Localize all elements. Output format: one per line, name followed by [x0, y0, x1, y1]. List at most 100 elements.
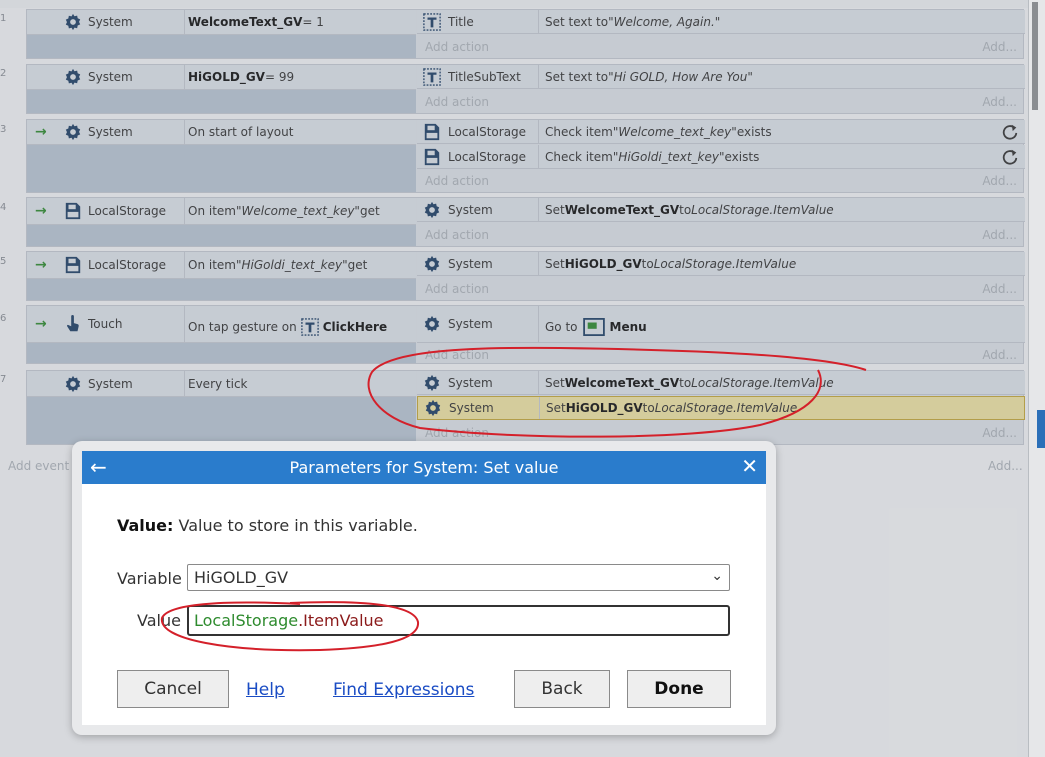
add-link[interactable]: Add... [988, 459, 1023, 473]
row-number: 6 [0, 313, 7, 324]
dialog-title: Parameters for System: Set value [289, 458, 559, 477]
add-action-link[interactable]: Add action [425, 426, 489, 440]
gear-icon [425, 399, 441, 417]
condition-object-label: System [88, 70, 133, 84]
side-panel-tab[interactable] [1037, 410, 1045, 448]
add-action-link[interactable]: Add action [425, 174, 489, 188]
add-action-link[interactable]: Add action [425, 282, 489, 296]
cancel-button[interactable]: Cancel [117, 670, 229, 708]
action-row[interactable]: LocalStorage Check item "HiGoldi_text_ke… [417, 145, 1025, 169]
trigger-arrow-icon: → [35, 203, 47, 219]
event-block[interactable]: System Every tick System Set WelcomeText… [26, 370, 1025, 445]
async-redo-icon [1002, 149, 1018, 165]
gear-icon [424, 374, 440, 391]
condition-text: On start of layout [188, 125, 294, 139]
condition-row[interactable]: → LocalStorage On item "Welcome_text_key… [27, 198, 416, 225]
action-row[interactable]: System Set WelcomeText_GV to LocalStorag… [417, 198, 1025, 222]
local-storage-icon [65, 256, 81, 274]
touch-hand-icon [67, 315, 79, 332]
action-row[interactable]: LocalStorage Check item "Welcome_text_ke… [417, 120, 1025, 144]
action-text: Check item "HiGoldi_text_key" exists [545, 149, 760, 164]
add-link[interactable]: Add... [982, 426, 1017, 440]
add-action-link[interactable]: Add action [425, 228, 489, 242]
action-row[interactable]: TitleSubText Set text to "Hi GOLD, How A… [417, 65, 1025, 89]
action-row[interactable]: System Set WelcomeText_GV to LocalStorag… [417, 371, 1025, 395]
variable-label: Variable [117, 569, 182, 588]
add-link[interactable]: Add... [982, 40, 1017, 54]
add-action-link[interactable]: Add action [425, 40, 489, 54]
action-object-label: LocalStorage [448, 149, 527, 164]
scrollbar-thumb[interactable] [1032, 2, 1038, 110]
condition-object-label: LocalStorage [88, 204, 167, 218]
event-block[interactable]: → LocalStorage On item "Welcome_text_key… [26, 197, 1025, 247]
action-row[interactable]: System Go to Menu [417, 306, 1025, 343]
event-block[interactable]: System WelcomeText_GV = 1 Title Set text… [26, 9, 1025, 59]
action-text: Set WelcomeText_GV to LocalStorage.ItemV… [545, 202, 834, 217]
text-object-icon [423, 67, 441, 86]
add-action-link[interactable]: Add action [425, 348, 489, 362]
add-action-row[interactable]: Add action Add... [417, 344, 1025, 366]
text-object-icon [300, 318, 319, 336]
action-text: Set HiGOLD_GV to LocalStorage.ItemValue [545, 256, 797, 271]
dialog-title-bar: ← Parameters for System: Set value ✕ [82, 451, 766, 484]
gear-icon [424, 201, 440, 218]
action-object-label: System [448, 375, 493, 390]
condition-text: WelcomeText_GV = 1 [188, 15, 324, 29]
condition-object-label: System [88, 125, 133, 139]
condition-text: On item "HiGoldi_text_key" get [188, 258, 368, 272]
row-number: 4 [0, 202, 7, 213]
trigger-arrow-icon: → [35, 316, 47, 332]
layout-icon [582, 318, 605, 336]
selected-action-row[interactable]: System Set HiGOLD_GV to LocalStorage.Ite… [417, 396, 1025, 420]
condition-row[interactable]: → LocalStorage On item "HiGoldi_text_key… [27, 252, 416, 279]
condition-object-label: System [88, 376, 133, 391]
back-button[interactable]: Back [514, 670, 610, 708]
action-text: Check item "Welcome_text_key" exists [545, 124, 772, 139]
event-block[interactable]: → LocalStorage On item "HiGoldi_text_key… [26, 251, 1025, 301]
add-link[interactable]: Add... [982, 174, 1017, 188]
gear-icon [65, 375, 81, 392]
add-action-row[interactable]: Add action Add... [417, 36, 1025, 58]
add-action-row[interactable]: Add action Add... [417, 170, 1025, 192]
event-block[interactable]: → System On start of layout LocalStorage… [26, 119, 1025, 193]
local-storage-icon [424, 123, 440, 140]
add-action-row[interactable]: Add action Add... [417, 91, 1025, 113]
done-button[interactable]: Done [627, 670, 731, 708]
event-block[interactable]: System HiGOLD_GV = 99 TitleSubText Set t… [26, 64, 1025, 114]
condition-text: On item "Welcome_text_key" get [188, 204, 380, 218]
add-action-link[interactable]: Add action [425, 95, 489, 109]
condition-row[interactable]: System HiGOLD_GV = 99 [27, 65, 416, 90]
add-action-row[interactable]: Add action Add... [417, 278, 1025, 300]
action-object-label: LocalStorage [448, 124, 527, 139]
condition-object-label: Touch [88, 317, 123, 331]
action-object-label: Title [448, 14, 474, 29]
condition-row[interactable]: → Touch On tap gesture on ClickHere [27, 306, 416, 343]
add-event-link[interactable]: Add event [8, 459, 69, 473]
condition-object-label: LocalStorage [88, 258, 167, 272]
condition-row[interactable]: → System On start of layout [27, 120, 416, 145]
action-row[interactable]: Title Set text to "Welcome, Again." [417, 10, 1025, 34]
add-link[interactable]: Add... [982, 282, 1017, 296]
row-number: 2 [0, 68, 7, 79]
add-link[interactable]: Add... [982, 95, 1017, 109]
condition-row[interactable]: System WelcomeText_GV = 1 [27, 10, 416, 35]
condition-text: On tap gesture on ClickHere [188, 318, 388, 336]
action-object-label: System [448, 317, 493, 331]
action-row[interactable]: System Set HiGOLD_GV to LocalStorage.Ite… [417, 252, 1025, 276]
help-link[interactable]: Help [246, 680, 285, 700]
find-expressions-link[interactable]: Find Expressions [333, 680, 474, 700]
add-link[interactable]: Add... [982, 348, 1017, 362]
variable-select[interactable]: HiGOLD_GV ⌄ [187, 564, 730, 591]
text-object-icon [423, 12, 441, 31]
scrollbar[interactable] [1028, 0, 1045, 757]
value-input[interactable]: LocalStorage.ItemValue [187, 605, 730, 636]
add-action-row[interactable]: Add action Add... [417, 224, 1025, 246]
gear-icon [65, 68, 81, 86]
condition-text: Every tick [188, 376, 248, 391]
close-icon[interactable]: ✕ [741, 454, 758, 478]
event-block[interactable]: → Touch On tap gesture on ClickHere Syst… [26, 305, 1025, 366]
action-text: Set text to "Welcome, Again." [545, 14, 721, 29]
row-number: 7 [0, 374, 7, 385]
condition-row[interactable]: System Every tick [27, 371, 416, 397]
add-link[interactable]: Add... [982, 228, 1017, 242]
